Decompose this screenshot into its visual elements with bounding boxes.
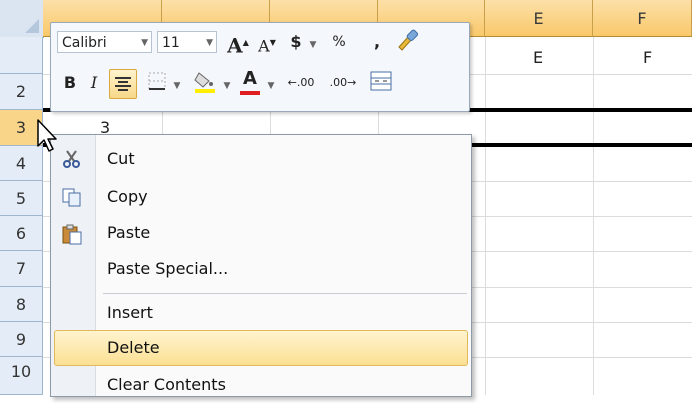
mouse-pointer-icon [36, 118, 60, 158]
borders-button[interactable] [145, 71, 169, 95]
menu-item-paste[interactable]: Paste [51, 215, 471, 251]
menu-item-clear-contents[interactable]: Clear Contents [51, 367, 471, 403]
font-size-select[interactable]: 11 ▼ [157, 31, 217, 53]
menu-item-cut[interactable]: Cut [51, 141, 471, 177]
currency-format-button[interactable]: $ [287, 30, 305, 54]
chevron-down-icon: ▼ [309, 40, 317, 50]
menu-item-delete[interactable]: Delete [54, 330, 468, 366]
row-header-9[interactable]: 9 [0, 322, 43, 357]
font-color-dropdown[interactable]: ▼ [265, 71, 277, 95]
column-header-f[interactable]: F [593, 0, 692, 37]
menu-item-label: Paste Special... [107, 259, 229, 278]
menu-item-copy[interactable]: Copy [51, 179, 471, 215]
row-header-7[interactable]: 7 [0, 251, 43, 287]
row-number: 6 [15, 224, 27, 243]
menu-item-label: Copy [107, 187, 148, 206]
borders-dropdown[interactable]: ▼ [171, 71, 183, 95]
row-number: 5 [15, 189, 27, 208]
chevron-down-icon: ▼ [267, 81, 275, 91]
shrink-font-button[interactable]: A▼ [255, 31, 279, 55]
borders-icon [148, 72, 166, 90]
format-painter-icon [398, 29, 419, 51]
font-size-value: 11 [162, 35, 180, 51]
menu-separator [103, 293, 467, 294]
mini-toolbar: Calibri ▼ 11 ▼ A▲ A▼ $ ▼ % , B I ▼ ▼ A ▼… [50, 22, 470, 112]
row-number: 10 [10, 362, 32, 381]
font-color-icon: A [243, 68, 257, 89]
row-header-5[interactable]: 5 [0, 181, 43, 216]
increase-decimal-icon: ← [287, 76, 297, 89]
decrease-decimal-button[interactable]: .00→ [325, 71, 361, 95]
decrease-decimal-label: .00 [329, 76, 348, 89]
fill-color-button[interactable] [191, 69, 219, 93]
currency-dropdown[interactable]: ▼ [307, 30, 319, 54]
font-color-button[interactable]: A [237, 67, 263, 97]
percent-style-button[interactable]: % [327, 30, 351, 54]
increase-decimal-button[interactable]: ←.00 [283, 71, 319, 95]
menu-item-label: Paste [107, 223, 151, 242]
grow-font-icon: A [227, 33, 243, 58]
merge-center-icon [370, 71, 392, 91]
bold-button[interactable]: B [59, 71, 81, 95]
menu-item-insert[interactable]: Insert [51, 295, 471, 331]
chevron-down-icon: ▼ [206, 38, 213, 48]
fill-color-icon [194, 72, 215, 93]
cell-e1[interactable]: E [533, 48, 543, 67]
fill-color-dropdown[interactable]: ▼ [221, 71, 233, 95]
merge-center-button[interactable] [367, 69, 395, 93]
menu-item-label: Clear Contents [107, 375, 226, 394]
increase-decimal-label: .00 [296, 76, 315, 89]
menu-item-paste-special[interactable]: Paste Special... [51, 251, 471, 287]
row-header-10[interactable]: 10 [0, 357, 43, 395]
column-header-e[interactable]: E [485, 0, 593, 37]
comma-style-button[interactable]: , [369, 30, 385, 54]
format-painter-button[interactable] [391, 27, 421, 51]
grow-font-button[interactable]: A▲ [225, 30, 251, 58]
copy-icon [61, 187, 83, 207]
mini-toolbar-row-1: Calibri ▼ 11 ▼ A▲ A▼ $ ▼ % , [51, 23, 469, 63]
chevron-down-icon: ▼ [141, 38, 148, 48]
row-header-8[interactable]: 8 [0, 287, 43, 322]
chevron-down-icon: ▼ [223, 81, 231, 91]
menu-item-label: Insert [107, 303, 153, 322]
row-number: 4 [15, 154, 27, 173]
menu-item-label: Delete [107, 338, 160, 357]
row-header-6[interactable]: 6 [0, 216, 43, 251]
row-number: 8 [15, 295, 27, 314]
cell-f1[interactable]: F [643, 48, 652, 67]
mini-toolbar-row-2: B I ▼ ▼ A ▼ ←.00 .00→ [51, 65, 469, 105]
font-name-value: Calibri [62, 35, 107, 51]
chevron-down-icon: ▼ [173, 81, 181, 91]
row-header-2[interactable]: 2 [0, 74, 43, 110]
select-all-button[interactable] [0, 0, 44, 38]
context-menu: Cut Copy Paste Paste Special... Insert D… [50, 134, 472, 397]
font-name-select[interactable]: Calibri ▼ [57, 31, 152, 53]
row-number: 3 [15, 118, 27, 137]
italic-button[interactable]: I [83, 71, 105, 95]
row-number: 7 [15, 259, 27, 278]
row-number: 2 [15, 82, 27, 101]
font-color-swatch [240, 91, 260, 95]
shrink-font-icon: A [258, 36, 270, 56]
center-align-button[interactable] [109, 69, 137, 99]
scissors-icon [61, 149, 83, 169]
paste-icon [61, 223, 83, 245]
row-header-1[interactable] [0, 37, 43, 74]
align-center-icon [115, 77, 131, 91]
decrease-decimal-icon: → [347, 76, 357, 89]
row-number: 9 [15, 330, 27, 349]
menu-item-label: Cut [107, 149, 135, 168]
